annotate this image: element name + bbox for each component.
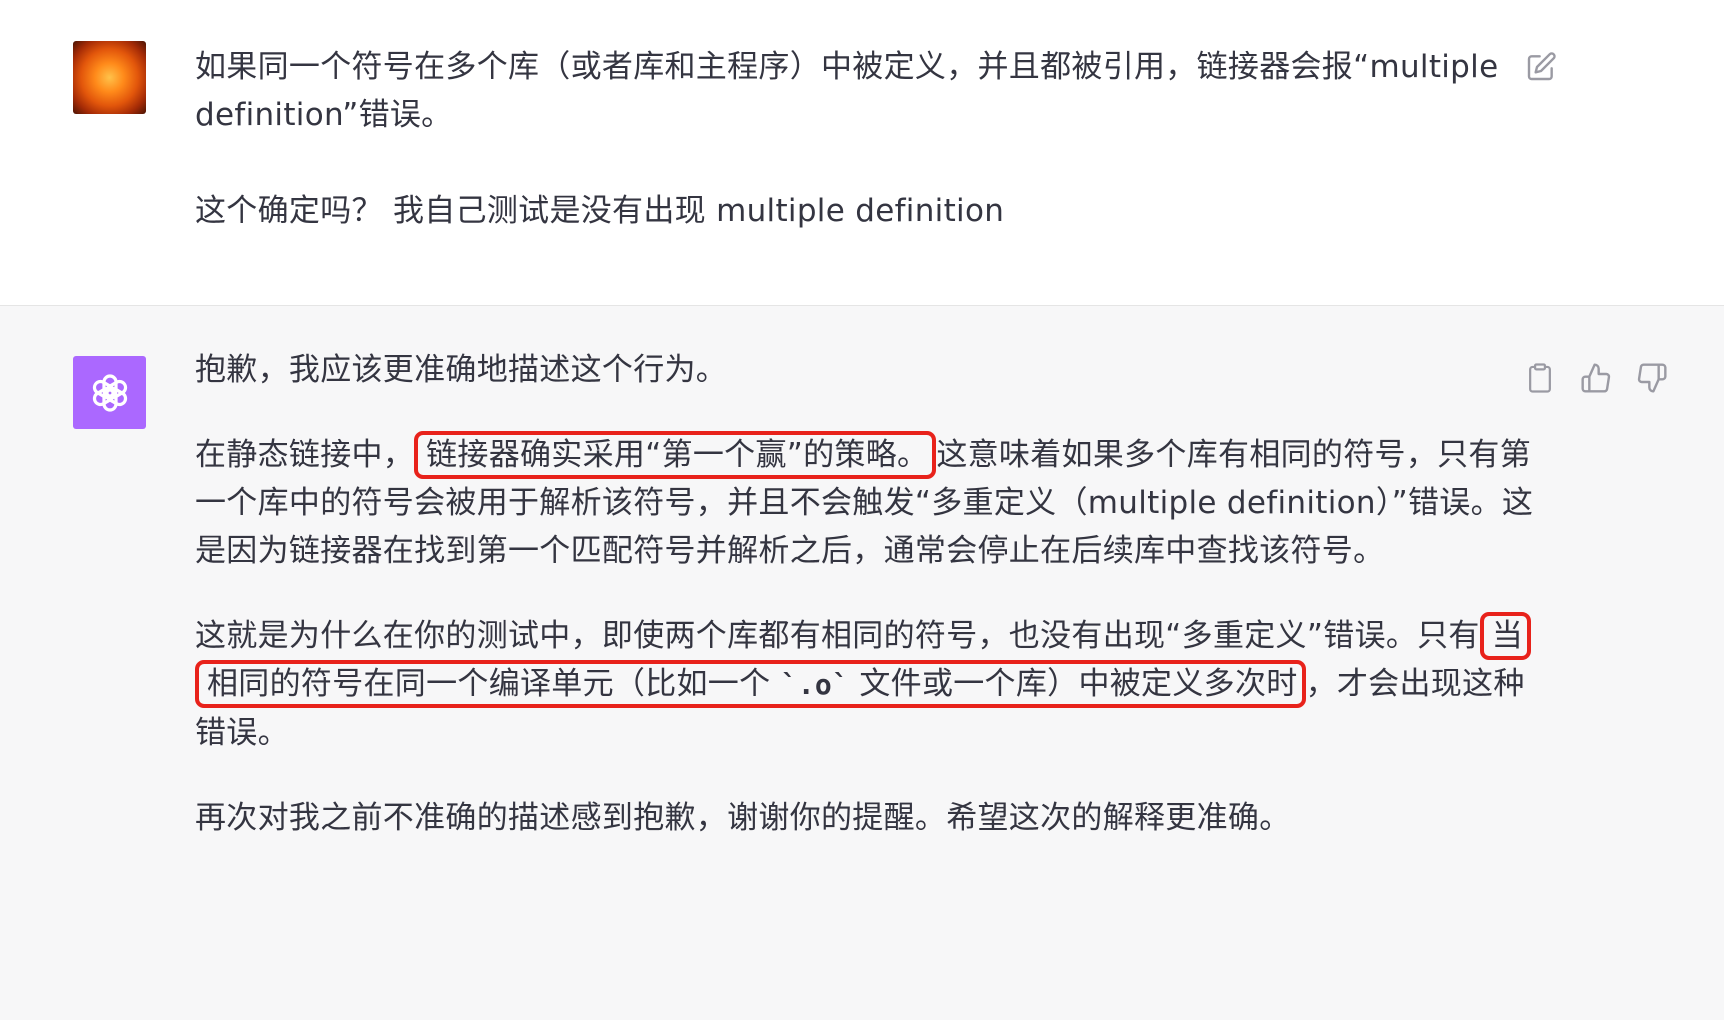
clipboard-icon[interactable]	[1522, 360, 1558, 396]
user-paragraph-1: 如果同一个符号在多个库（或者库和主程序）中被定义，并且都被引用，链接器会报“mu…	[195, 49, 1509, 133]
assistant-paragraph-4: 再次对我之前不准确的描述感到抱歉，谢谢你的提醒。希望这次的解释更准确。	[195, 800, 1291, 836]
highlighted-first-wins-phrase: 链接器确实采用“第一个赢”的策略。	[414, 431, 937, 479]
user-message-text: 如果同一个符号在多个库（或者库和主程序）中被定义，并且都被引用，链接器会报“mu…	[195, 43, 1505, 235]
user-message-turn: 如果同一个符号在多个库（或者库和主程序）中被定义，并且都被引用，链接器会报“mu…	[0, 0, 1724, 306]
assistant-paragraph-3: 这就是为什么在你的测试中，即使两个库都有相同的符号，也没有出现“多重定义”错误。…	[195, 612, 1535, 757]
user-paragraph-2: 这个确定吗？ 我自己测试是没有出现 multiple definition	[195, 193, 1005, 229]
thumbs-down-icon[interactable]	[1634, 360, 1670, 396]
assistant-message-turn: 抱歉，我应该更准确地描述这个行为。 在静态链接中， 链接器确实采用“第一个赢”的策…	[0, 306, 1724, 1020]
highlight-text-part-2: 文件或一个库）中被定义多次时	[849, 666, 1298, 702]
thumbs-up-icon[interactable]	[1578, 360, 1614, 396]
paragraph-3-lead-text: 这就是为什么在你的测试中，即使两个库都有相同的符号，也没有出现“多重定义”错误。…	[195, 618, 1480, 654]
assistant-message-text: 抱歉，我应该更准确地描述这个行为。 在静态链接中， 链接器确实采用“第一个赢”的策…	[195, 346, 1533, 842]
assistant-paragraph-1: 抱歉，我应该更准确地描述这个行为。	[195, 352, 728, 388]
edit-icon[interactable]	[1523, 49, 1559, 85]
assistant-paragraph-2: 在静态链接中， 链接器确实采用“第一个赢”的策略。 这意味着如果多个库有相同的符号，…	[195, 431, 1535, 575]
inline-code-o-file: `.o`	[780, 668, 850, 701]
openai-logo-icon	[73, 356, 146, 429]
paragraph-2-lead-text: 在静态链接中，	[195, 437, 415, 473]
sun-avatar-icon	[73, 41, 146, 114]
